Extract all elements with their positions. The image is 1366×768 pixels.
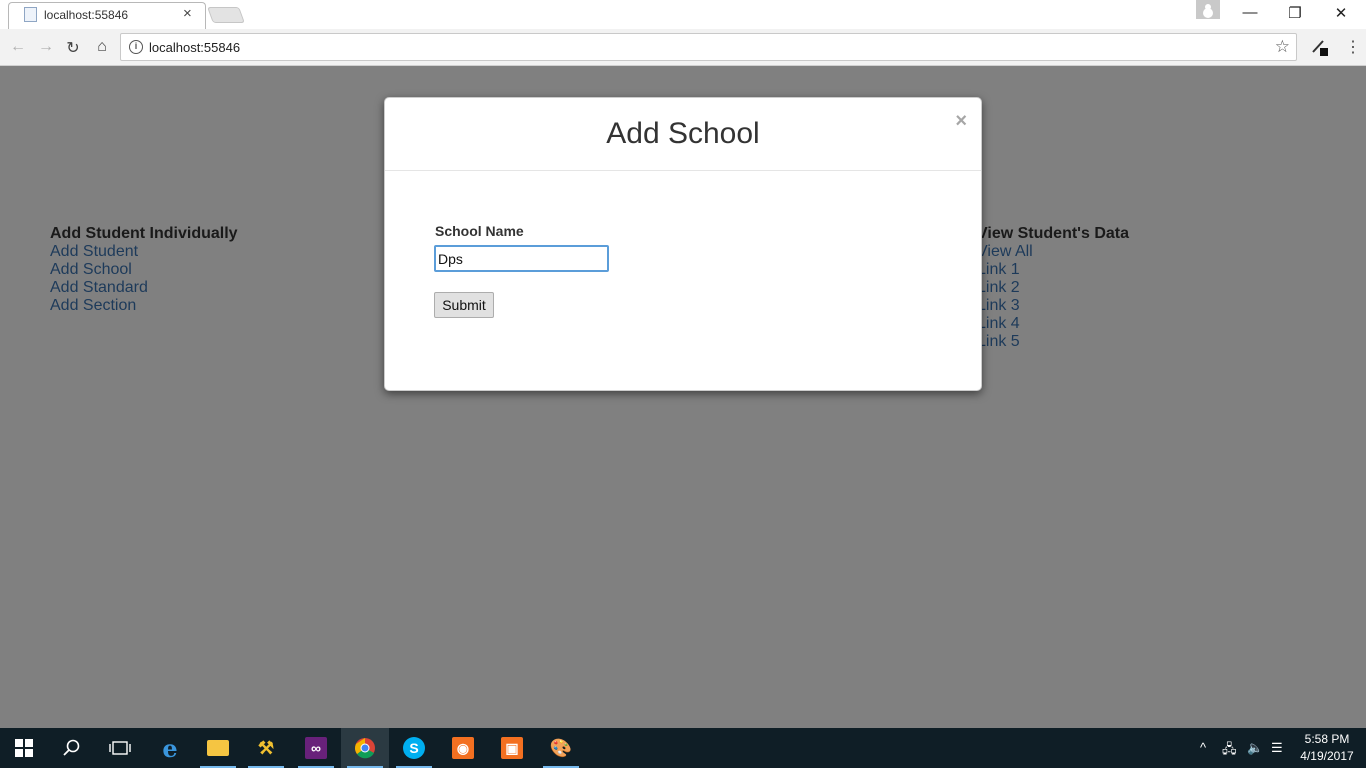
action-center-icon[interactable]: ☰	[1271, 740, 1283, 756]
link-5[interactable]: Link 5	[977, 333, 1129, 351]
modal-close-icon[interactable]: ×	[955, 110, 967, 133]
new-tab-button[interactable]	[207, 7, 245, 23]
link-add-standard[interactable]: Add Standard	[50, 279, 238, 297]
modal-header: Add School ×	[385, 98, 981, 171]
paint-button[interactable]: 🎨	[537, 728, 585, 768]
left-column-heading: Add Student Individually	[50, 225, 238, 242]
link-1[interactable]: Link 1	[977, 261, 1129, 279]
submit-button[interactable]: Submit	[434, 292, 494, 318]
app-orange2-icon: ▣	[501, 737, 523, 759]
skype-icon: S	[403, 737, 425, 759]
reload-icon[interactable]: ↻	[63, 38, 83, 58]
tools-button[interactable]: ⚒	[242, 728, 290, 768]
clock[interactable]: 5:58 PM 4/19/2017	[1296, 731, 1358, 765]
url-text[interactable]: localhost:55846	[149, 40, 240, 55]
link-add-section[interactable]: Add Section	[50, 297, 238, 315]
browser-tabstrip: localhost:55846 × — ❐ ✕	[0, 0, 1366, 29]
chrome-menu-icon[interactable]: ⋮	[1345, 37, 1361, 57]
page-favicon-icon	[24, 7, 37, 22]
paint-icon: 🎨	[549, 737, 573, 758]
minimize-icon[interactable]: —	[1235, 4, 1265, 21]
modal-title: Add School	[606, 117, 760, 150]
link-view-all[interactable]: View All	[977, 243, 1129, 261]
network-icon[interactable]: 🖧	[1222, 740, 1237, 762]
chrome-button[interactable]	[341, 728, 389, 768]
restore-icon[interactable]: ❐	[1280, 4, 1310, 22]
skype-button[interactable]: S	[390, 728, 438, 768]
right-column-heading: View Student's Data	[977, 225, 1129, 242]
windows-taskbar: e ⚒ ∞ S ◉ ▣ 🎨 ^ 🖧 🔈 ☰ 5:58 PM 4/19/2017	[0, 728, 1366, 768]
search-button[interactable]	[48, 728, 96, 768]
visual-studio-button[interactable]: ∞	[292, 728, 340, 768]
task-view-button[interactable]	[96, 728, 144, 768]
close-window-icon[interactable]: ✕	[1326, 4, 1356, 22]
link-add-school[interactable]: Add School	[50, 261, 238, 279]
edge-icon: e	[162, 733, 178, 763]
link-3[interactable]: Link 3	[977, 297, 1129, 315]
start-button[interactable]	[0, 728, 48, 768]
volume-icon[interactable]: 🔈	[1247, 740, 1263, 756]
orange-app2-button[interactable]: ▣	[488, 728, 536, 768]
bookmark-star-icon[interactable]: ☆	[1275, 37, 1290, 57]
link-4[interactable]: Link 4	[977, 315, 1129, 333]
clock-time: 5:58 PM	[1304, 732, 1350, 746]
tab-title: localhost:55846	[44, 8, 129, 22]
visual-studio-icon: ∞	[305, 737, 327, 759]
chrome-icon	[355, 738, 375, 759]
clock-date: 4/19/2017	[1300, 749, 1354, 763]
file-explorer-button[interactable]	[194, 728, 242, 768]
orange-app-button[interactable]: ◉	[439, 728, 487, 768]
school-name-label: School Name	[435, 223, 524, 239]
task-view-icon	[109, 741, 131, 755]
browser-toolbar: ← → ↻ ⌂ i localhost:55846 ☆ ⋮	[0, 29, 1366, 66]
left-column: Add Student Individually Add Student Add…	[50, 225, 238, 315]
extension-icon[interactable]	[1311, 38, 1329, 56]
show-hidden-icons-icon[interactable]: ^	[1200, 740, 1206, 755]
school-name-input[interactable]	[434, 245, 609, 272]
back-icon[interactable]: ←	[8, 38, 28, 56]
address-bar[interactable]: i localhost:55846 ☆	[120, 33, 1297, 61]
edge-button[interactable]: e	[146, 728, 194, 768]
tab-close-icon[interactable]: ×	[183, 5, 192, 22]
search-icon	[63, 739, 80, 756]
info-icon[interactable]: i	[129, 40, 143, 54]
tools-icon: ⚒	[257, 737, 275, 758]
link-2[interactable]: Link 2	[977, 279, 1129, 297]
right-column: View Student's Data View All Link 1 Link…	[977, 225, 1129, 351]
link-add-student[interactable]: Add Student	[50, 243, 238, 261]
file-explorer-icon	[207, 740, 229, 756]
forward-icon[interactable]: →	[36, 38, 56, 56]
add-school-modal: Add School × School Name Submit	[384, 97, 982, 391]
start-icon	[15, 739, 33, 757]
app-orange-icon: ◉	[452, 737, 474, 759]
home-icon[interactable]: ⌂	[92, 38, 112, 56]
profile-icon[interactable]	[1196, 0, 1220, 19]
